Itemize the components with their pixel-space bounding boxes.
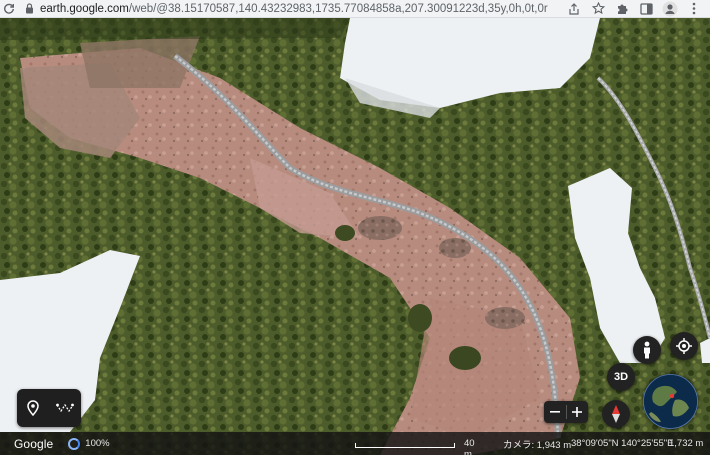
toggle-3d-label: 3D xyxy=(613,371,629,383)
browser-toolbar: earth.google.com/web/@38.15170587,140.43… xyxy=(0,0,710,18)
placemark-tools-panel xyxy=(17,389,81,427)
loading-progress-icon xyxy=(68,437,81,450)
mini-globe-button[interactable] xyxy=(643,374,698,429)
google-logo: Google xyxy=(14,436,54,451)
pegman-street-view-button[interactable] xyxy=(633,336,661,364)
scale-label: 40 m xyxy=(464,438,475,455)
zoom-out-button[interactable] xyxy=(544,401,566,423)
scale-bar: 40 m xyxy=(355,438,485,455)
satellite-map-view[interactable]: 3D Google 100% 40 m カメラ: 1,943 m 38°09'0… xyxy=(0,18,710,455)
side-panel-icon[interactable] xyxy=(634,0,658,18)
url-path: /web/@38.15170587,140.43232983,1735.7708… xyxy=(128,2,548,15)
share-icon[interactable] xyxy=(562,0,586,18)
zoom-controls xyxy=(544,401,588,423)
pegman-icon xyxy=(644,341,650,359)
cursor-coordinates: 38°09'05"N 140°25'55"E xyxy=(571,438,674,449)
compass-icon xyxy=(612,405,620,423)
lock-icon xyxy=(22,2,36,16)
satellite-imagery xyxy=(0,18,710,455)
more-menu-icon[interactable] xyxy=(682,0,706,18)
add-placemark-icon[interactable] xyxy=(20,395,46,421)
target-location-icon xyxy=(676,338,692,354)
zoom-in-button[interactable] xyxy=(567,401,589,423)
address-bar[interactable]: earth.google.com/web/@38.15170587,140.43… xyxy=(22,1,556,17)
reload-icon[interactable] xyxy=(0,0,18,18)
globe-icon xyxy=(643,374,698,429)
profile-avatar-icon[interactable] xyxy=(658,0,682,18)
extensions-icon[interactable] xyxy=(610,0,634,18)
draw-path-icon[interactable] xyxy=(52,395,78,421)
bookmark-star-icon[interactable] xyxy=(586,0,610,18)
url-host: earth.google.com xyxy=(40,2,129,15)
load-percent: 100% xyxy=(85,438,110,449)
compass-button[interactable] xyxy=(602,400,630,428)
camera-altitude: カメラ: 1,943 m xyxy=(503,439,572,451)
toggle-3d-button[interactable]: 3D xyxy=(607,363,635,391)
map-status-bar: Google 100% 40 m カメラ: 1,943 m 38°09'05"N… xyxy=(0,432,710,455)
ground-elevation: 1,732 m xyxy=(669,438,704,449)
my-location-button[interactable] xyxy=(670,332,698,360)
